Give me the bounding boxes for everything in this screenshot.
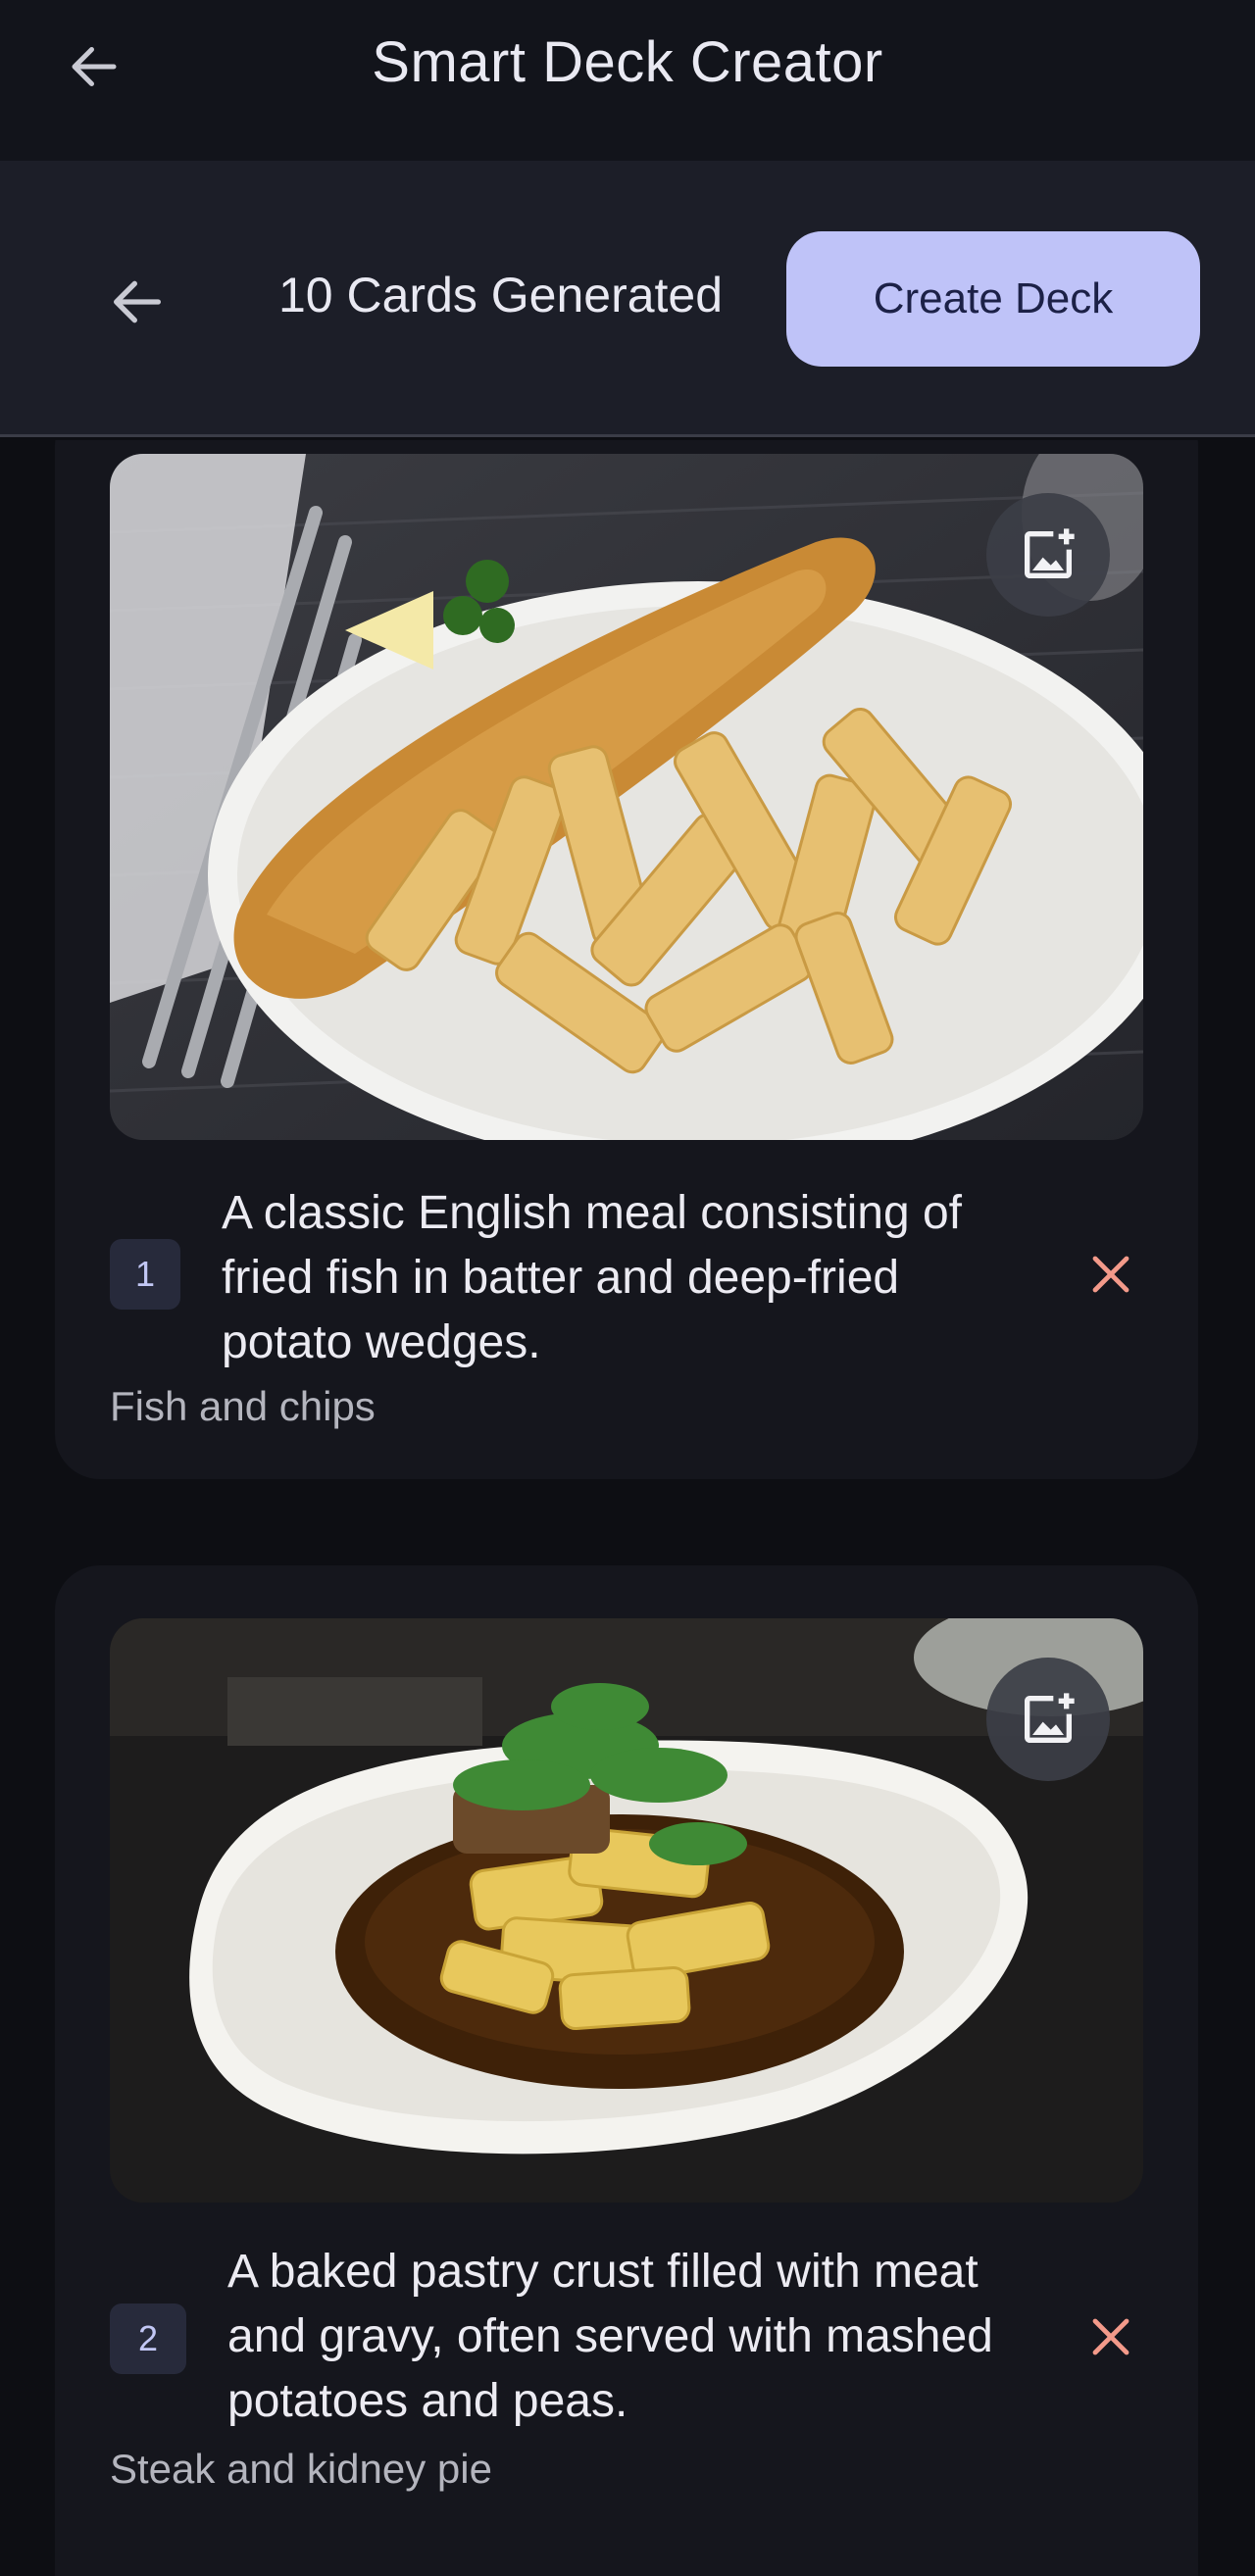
card: 1 A classic English meal consisting of f… bbox=[55, 440, 1198, 1479]
close-icon bbox=[1092, 1256, 1130, 1293]
card-description[interactable]: A classic English meal consisting of fri… bbox=[222, 1181, 1006, 1375]
add-image-icon bbox=[1025, 1693, 1075, 1743]
close-icon bbox=[1092, 2318, 1130, 2355]
arrow-left-icon bbox=[114, 280, 161, 323]
card-list[interactable]: 1 A classic English meal consisting of f… bbox=[0, 440, 1255, 2576]
card: 2 A baked pastry crust filled with meat … bbox=[55, 1565, 1198, 2576]
card-answer[interactable]: Fish and chips bbox=[110, 1383, 376, 1430]
cards-count: 10 Cards Generated bbox=[278, 268, 724, 322]
deck-back-button[interactable] bbox=[98, 263, 176, 341]
add-image-icon bbox=[1025, 528, 1075, 578]
page-title: Smart Deck Creator bbox=[372, 30, 883, 94]
create-deck-button[interactable]: Create Deck bbox=[786, 231, 1200, 367]
card-description[interactable]: A baked pastry crust filled with meat an… bbox=[227, 2240, 1012, 2434]
card-number: 2 bbox=[110, 2304, 186, 2374]
card-number: 1 bbox=[110, 1239, 180, 1310]
add-image-button[interactable] bbox=[986, 493, 1110, 617]
card-answer[interactable]: Steak and kidney pie bbox=[110, 2446, 492, 2493]
app-bar: Smart Deck Creator bbox=[0, 0, 1255, 161]
delete-card-button[interactable] bbox=[1075, 1238, 1147, 1311]
delete-card-button[interactable] bbox=[1075, 2301, 1147, 2373]
add-image-button[interactable] bbox=[986, 1658, 1110, 1781]
